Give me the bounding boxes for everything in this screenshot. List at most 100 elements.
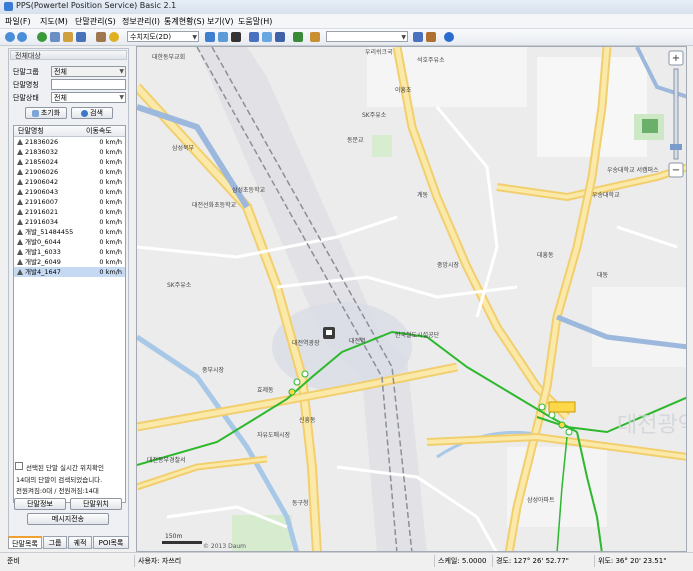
monitor-icon[interactable] [205,32,215,42]
label-daeheung: 대흥동 [537,251,554,259]
route-icon[interactable] [249,32,259,42]
binoculars-icon[interactable] [231,32,241,42]
device-row[interactable]: 21856024 0 km/h [14,157,125,167]
map-type-select[interactable]: 수치지도(2D) ▼ [127,31,199,42]
map-canvas[interactable]: + − 우리쉬크국 석호주유소 대한동부교회 이흥초 SK주유소 삼성북부 동문… [137,47,687,552]
name-input[interactable] [51,79,126,90]
device-row[interactable]: 개발0_6044 0 km/h [14,237,125,247]
device-row[interactable]: 21836026 0 km/h [14,137,125,147]
device-row[interactable]: 21836032 0 km/h [14,147,125,157]
device-info-button[interactable]: 단말정보 [14,498,66,510]
label-sk2: SK주유소 [167,282,192,289]
status-longitude: 경도: 127° 26' 52.77" [492,555,594,567]
label-korail: 한국철도시설공단 [395,331,440,339]
status-select[interactable]: 전체 ▼ [51,92,126,103]
search-combo[interactable]: ▼ [326,31,408,42]
svg-text:+: + [672,53,680,64]
tab-poi-list[interactable]: POI목록 [93,536,129,549]
print-icon[interactable] [426,32,436,42]
reset-button[interactable]: 초기화 [25,107,67,119]
device-status-icon [17,169,23,175]
col-name[interactable]: 단말명칭 [18,126,44,136]
track-icon[interactable] [262,32,272,42]
realtime-checkbox[interactable] [15,462,23,470]
group-label: 단말그룹 [13,68,39,76]
device-row[interactable]: 개발_51484455 0 km/h [14,227,125,237]
device-row[interactable]: 개발2_6049 0 km/h [14,257,125,267]
device-row[interactable]: 21906043 0 km/h [14,187,125,197]
app-icon [4,2,13,11]
send-message-button[interactable]: 메시지전송 [27,513,109,525]
label-wooseong: 우송대학교 [592,191,620,199]
power-counts: 전원켜짐:0대 / 전원꺼짐:14대 [16,487,99,495]
scale-label: 150m [165,533,182,540]
device-name: 21906042 [25,178,59,186]
replay-icon[interactable] [275,32,285,42]
device-row[interactable]: 21906042 0 km/h [14,177,125,187]
menu-info[interactable]: 정보관리(I) [122,16,160,27]
label-watermark: 대전광역시 [617,413,687,438]
info-icon[interactable] [444,32,454,42]
device-row[interactable]: 21916034 0 km/h [14,217,125,227]
menu-device[interactable]: 단말관리(S) [75,16,116,27]
label-hyoje: 효제동 [257,386,274,394]
menu-map[interactable]: 지도(M) [40,16,68,27]
device-row[interactable]: 개발4_1647 0 km/h [14,267,125,277]
device-name: 21856024 [25,158,59,166]
device-row[interactable]: 21916007 0 km/h [14,197,125,207]
menu-stats[interactable]: 통계현황(S) [164,16,205,27]
hand-icon[interactable] [96,32,106,42]
globe-icon[interactable] [37,32,47,42]
back-icon[interactable] [5,32,15,42]
label-jayu: 자유도매시장 [257,431,291,439]
window-icon[interactable] [218,32,228,42]
device-status-icon [17,209,23,215]
device-row[interactable]: 21916021 0 km/h [14,207,125,217]
device-status-icon [17,179,23,185]
label-sk1: SK주유소 [362,112,387,119]
search-button[interactable]: 검색 [71,107,113,119]
warning-icon[interactable] [109,32,119,42]
forward-icon[interactable] [17,32,27,42]
menu-file[interactable]: 파일(F) [5,16,31,27]
copyright: © 2013 Daum [203,543,246,550]
tab-device-list[interactable]: 단말목록 [8,536,42,549]
layer-icon[interactable] [63,32,73,42]
device-status-icon [17,159,23,165]
found-message: 14대의 단말이 검색되었습니다. [16,476,103,484]
tab-track[interactable]: 궤적 [68,536,92,549]
label-daedong: 대동 [597,271,609,279]
map-view[interactable]: + − 우리쉬크국 석호주유소 대한동부교회 이흥초 SK주유소 삼성북부 동문… [136,46,687,552]
device-row[interactable]: 개발1_6033 0 km/h [14,247,125,257]
device-name: 개발1_6033 [25,248,61,256]
col-speed[interactable]: 이동속도 [86,126,112,136]
export-icon[interactable] [310,32,320,42]
grid-icon[interactable] [76,32,86,42]
map-view-icon[interactable] [50,32,60,42]
list-header: 단말명칭 이동속도 [14,126,125,137]
group-select[interactable]: 전체 ▼ [51,66,126,77]
name-label: 단말명칭 [13,81,39,89]
device-speed: 0 km/h [99,158,122,166]
label-joongbu: 중부시장 [202,366,225,374]
label-jungang: 중앙시장 [437,261,460,269]
device-speed: 0 km/h [99,168,122,176]
download-icon[interactable] [293,32,303,42]
menu-help[interactable]: 도움말(H) [238,16,272,27]
menu-view[interactable]: 보기(V) [207,16,233,27]
view-icon[interactable] [413,32,423,42]
label-ilheung: 이흥초 [395,86,412,94]
menu-bar: 파일(F) 지도(M) 단말관리(S) 정보관리(I) 통계현황(S) 보기(V… [0,14,693,29]
svg-text:−: − [672,165,680,176]
device-name: 개발0_6044 [25,238,61,246]
tab-group[interactable]: 그룹 [43,536,67,549]
label-gyedong: 계동 [417,191,429,199]
device-list[interactable]: 단말명칭 이동속도 21836026 0 km/h 21836032 0 km/h 21… [13,125,126,503]
device-locate-button[interactable]: 단말위치 [70,498,122,510]
label-sambuk: 삼성북부 [172,144,195,152]
label-incheon: 대전동부경찰서 [147,456,186,464]
title-bar: PPS(Powertel Position Service) Basic 2.1 [0,0,693,15]
device-speed: 0 km/h [99,138,122,146]
device-row[interactable]: 21906026 0 km/h [14,167,125,177]
status-ready: 준비 [7,557,20,565]
